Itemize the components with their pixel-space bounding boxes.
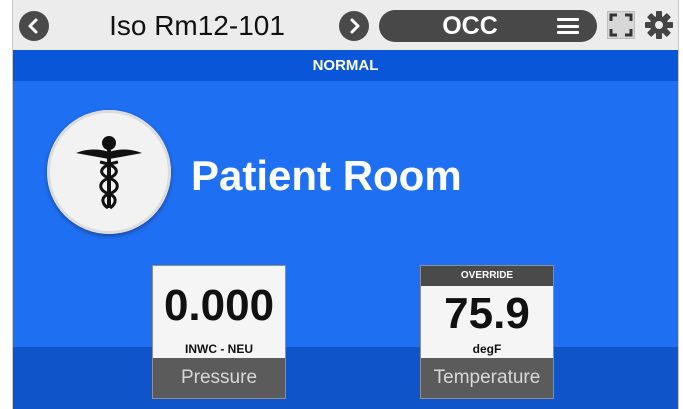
temperature-label: Temperature: [421, 358, 553, 398]
top-bar: Iso Rm12-101 OCC: [13, 0, 678, 50]
page-title: Iso Rm12-101: [109, 10, 285, 41]
pressure-tile[interactable]: 0.000 INWC - NEU Pressure: [152, 265, 286, 399]
temperature-tile[interactable]: OVERRIDE 75.9 degF Temperature: [420, 265, 554, 399]
occupancy-mode-value: OCC: [442, 12, 498, 40]
footer-band: [13, 347, 678, 409]
occupancy-mode-selector[interactable]: OCC: [379, 10, 597, 42]
room-name: Patient Room: [191, 152, 462, 199]
chevron-left-icon: [28, 18, 38, 34]
app-frame: Iso Rm12-101 OCC NORMAL Patient Room 0.0…: [12, 0, 679, 409]
override-badge: OVERRIDE: [421, 266, 553, 286]
gear-icon[interactable]: [643, 9, 675, 41]
expand-icon[interactable]: [607, 11, 635, 39]
pressure-unit: INWC - NEU: [185, 342, 253, 356]
status-banner: NORMAL: [13, 50, 678, 81]
pressure-value: 0.000: [163, 281, 275, 330]
temperature-unit: degF: [472, 342, 502, 356]
temperature-value: 75.9: [444, 289, 530, 338]
chevron-right-icon: [350, 18, 360, 34]
previous-button[interactable]: [19, 11, 49, 41]
caduceus-icon: [47, 110, 171, 234]
menu-icon[interactable]: [557, 18, 579, 34]
pressure-label: Pressure: [153, 358, 285, 398]
next-button[interactable]: [339, 11, 369, 41]
